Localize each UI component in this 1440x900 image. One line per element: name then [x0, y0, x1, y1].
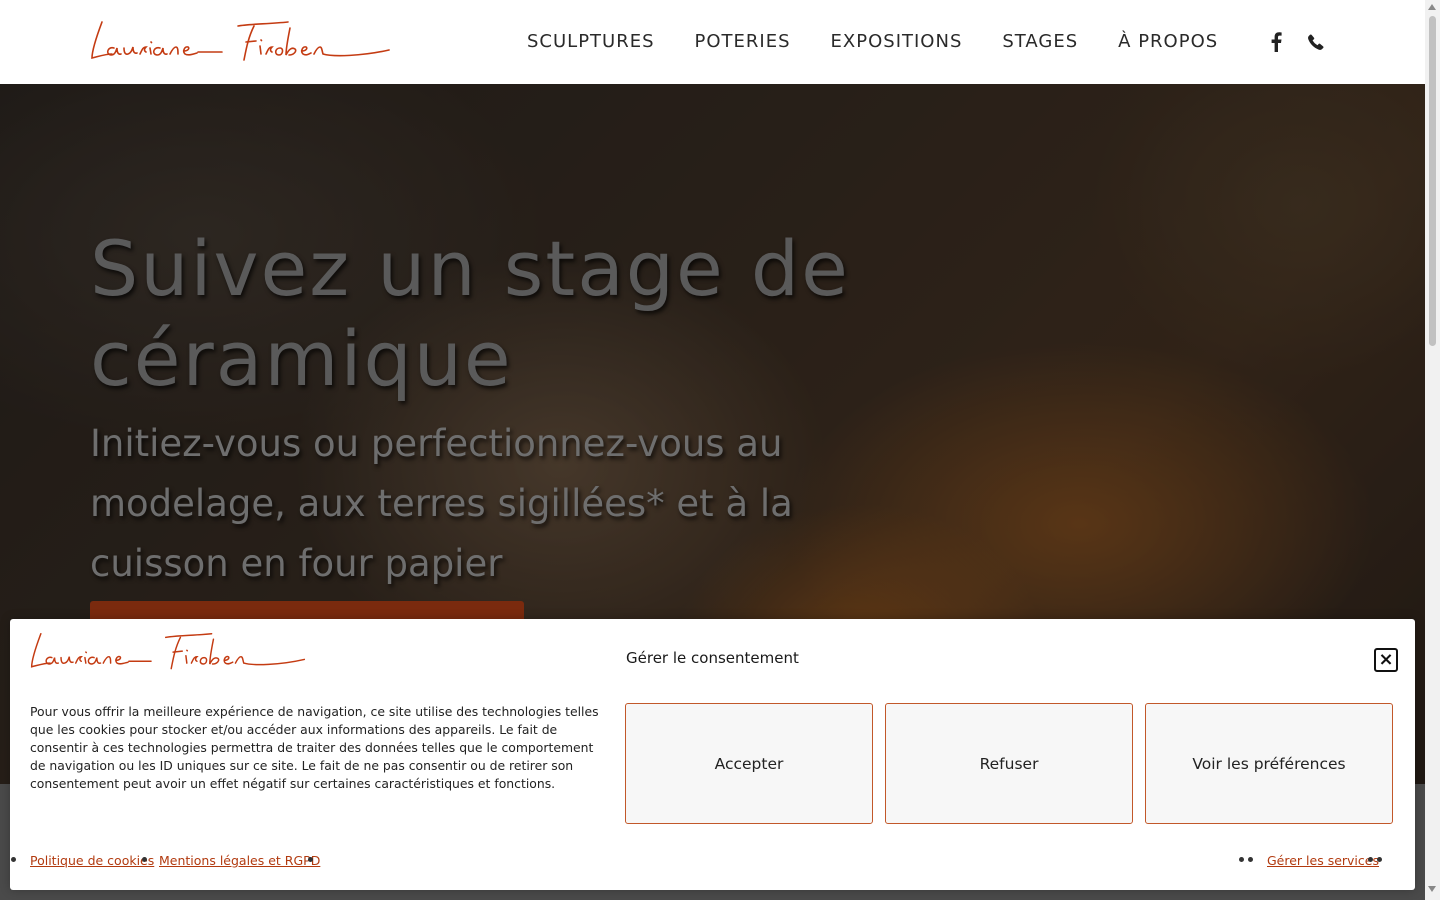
- page-scrollbar[interactable]: [1425, 0, 1440, 900]
- site-header: SCULPTURES POTERIES EXPOSITIONS STAGES À…: [0, 0, 1425, 84]
- nav-item-a-propos[interactable]: À PROPOS: [1118, 30, 1218, 54]
- consent-title: Gérer le consentement: [626, 649, 799, 667]
- hero-title: Suivez un stage de céramique: [90, 224, 850, 403]
- social-links: [1266, 31, 1326, 53]
- facebook-icon[interactable]: [1266, 31, 1286, 53]
- close-icon[interactable]: ×: [1374, 648, 1398, 672]
- phone-icon[interactable]: [1306, 31, 1326, 53]
- site-logo[interactable]: [88, 18, 393, 68]
- scroll-thumb[interactable]: [1429, 16, 1436, 346]
- list-bullet: [1248, 857, 1253, 862]
- list-bullet: [11, 857, 16, 862]
- nav-item-stages[interactable]: STAGES: [1002, 30, 1078, 54]
- main-nav: SCULPTURES POTERIES EXPOSITIONS STAGES À…: [527, 30, 1258, 54]
- list-bullet: [1377, 857, 1382, 862]
- accept-button[interactable]: Accepter: [625, 703, 873, 824]
- consent-logo: [30, 632, 306, 670]
- deny-button[interactable]: Refuser: [885, 703, 1133, 824]
- cookie-consent-banner: Gérer le consentement × Pour vous offrir…: [10, 619, 1415, 890]
- hero-subtitle: Initiez-vous ou perfectionnez-vous au mo…: [90, 422, 793, 585]
- manage-services-link[interactable]: Gérer les services: [1267, 853, 1379, 868]
- nav-item-poteries[interactable]: POTERIES: [695, 30, 791, 54]
- cookie-policy-link[interactable]: Politique de cookies: [30, 853, 154, 868]
- preferences-button[interactable]: Voir les préférences: [1145, 703, 1393, 824]
- scroll-up-arrow[interactable]: [1428, 4, 1436, 10]
- nav-item-sculptures[interactable]: SCULPTURES: [527, 30, 655, 54]
- list-bullet: [1239, 857, 1244, 862]
- list-bullet: [308, 857, 313, 862]
- nav-item-expositions[interactable]: EXPOSITIONS: [831, 30, 963, 54]
- list-bullet: [142, 857, 147, 862]
- list-bullet: [1368, 857, 1373, 862]
- scroll-down-arrow[interactable]: [1428, 886, 1436, 892]
- consent-message: Pour vous offrir la meilleure expérience…: [30, 704, 599, 791]
- legal-notice-link[interactable]: Mentions légales et RGPD: [159, 853, 320, 868]
